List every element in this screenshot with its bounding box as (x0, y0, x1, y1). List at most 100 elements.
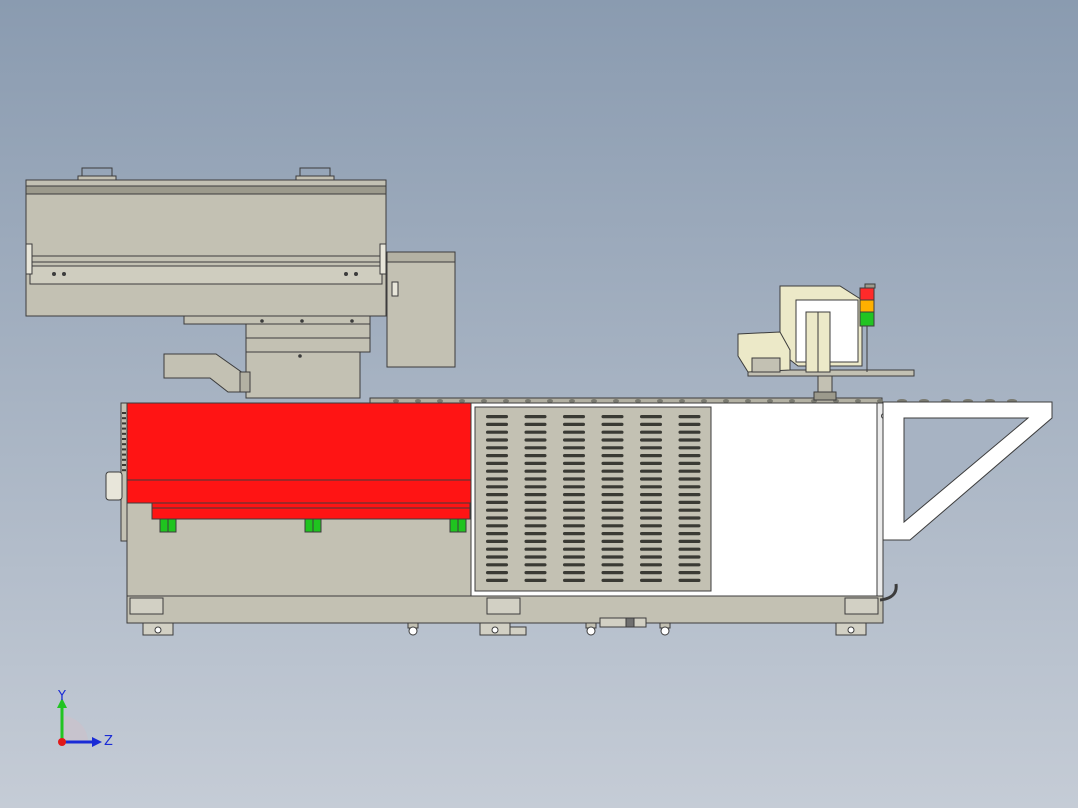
vent-slot (524, 422, 547, 426)
vent-slot (563, 524, 585, 528)
vent-slot (563, 422, 585, 426)
side-vent-slot (122, 458, 126, 461)
keyboard-unit[interactable] (737, 331, 791, 373)
vent-slot (563, 532, 585, 536)
vent-slot (601, 555, 624, 559)
vent-slot (640, 469, 662, 473)
vent-slot (601, 422, 624, 426)
vent-slot (563, 539, 585, 543)
vent-panel[interactable] (474, 406, 712, 592)
vent-slot (640, 461, 662, 465)
vent-slot (601, 539, 624, 543)
vent-slot (486, 500, 508, 504)
vent-slot (640, 415, 662, 419)
vent-slot (524, 438, 547, 442)
vent-slot (601, 524, 624, 528)
vent-slot (678, 477, 701, 481)
vent-slot (563, 461, 585, 465)
vent-slot (486, 438, 508, 442)
vent-slot (524, 493, 547, 497)
vent-slot (678, 454, 701, 458)
vent-slot (563, 555, 585, 559)
vent-slot (640, 563, 662, 567)
vent-slot (486, 461, 508, 465)
electrical-cabinet[interactable] (386, 251, 456, 368)
rail-bump (503, 399, 509, 403)
vent-slot (640, 485, 662, 489)
vent-slot (601, 454, 624, 458)
vent-slot (563, 469, 585, 473)
vent-slot (678, 422, 701, 426)
vent-slot (486, 571, 508, 575)
rail-bump (525, 399, 531, 403)
vent-slot (678, 571, 701, 575)
leveling-foot-3 (835, 622, 867, 636)
rail-bump (723, 399, 729, 403)
vent-slot (524, 563, 547, 567)
vent-slot (601, 532, 624, 536)
vent-slot (678, 563, 701, 567)
vent-slot (640, 422, 662, 426)
vent-slot (678, 438, 701, 442)
vent-slot (678, 430, 701, 434)
vent-slot (640, 438, 662, 442)
vent-slot (563, 415, 585, 419)
vent-slot (563, 454, 585, 458)
vent-slot (601, 547, 624, 551)
rail-bump (701, 399, 707, 403)
vent-slot (640, 500, 662, 504)
caster-wheel-3 (659, 622, 671, 636)
vent-slot (678, 578, 701, 582)
vent-slot (678, 485, 701, 489)
vent-slot (563, 547, 585, 551)
rail-bump (679, 399, 685, 403)
vent-slot (524, 485, 547, 489)
rail-bump (877, 399, 883, 403)
vent-slot (640, 446, 662, 450)
rail-bump (635, 399, 641, 403)
rail-bump (459, 399, 465, 403)
vent-slot (524, 555, 547, 559)
rail-bump (393, 399, 399, 403)
vent-slot (678, 500, 701, 504)
vent-slot (486, 477, 508, 481)
cad-viewport[interactable]: Y Z (0, 0, 1078, 808)
vent-slot (640, 555, 662, 559)
vent-slot (640, 477, 662, 481)
vent-slot (563, 485, 585, 489)
monitor-icon[interactable] (779, 285, 863, 373)
top-hood[interactable] (25, 179, 387, 317)
vent-slot (601, 571, 624, 575)
vent-slot (640, 539, 662, 543)
vent-slot (563, 477, 585, 481)
side-vent-slot (122, 432, 126, 435)
vent-slot (524, 516, 547, 520)
vent-slot (678, 415, 701, 419)
vent-slot (601, 578, 624, 582)
vent-slot (486, 508, 508, 512)
vent-slot (640, 524, 662, 528)
access-door-left[interactable] (129, 597, 164, 615)
vent-slot (640, 571, 662, 575)
access-door-middle[interactable] (486, 597, 521, 615)
red-safety-cover[interactable] (126, 402, 472, 520)
vent-slot (601, 493, 624, 497)
vent-slot (563, 516, 585, 520)
vent-slot (678, 461, 701, 465)
green-clamp-1[interactable] (159, 518, 177, 533)
vent-slot (601, 469, 624, 473)
rail-bump (437, 399, 443, 403)
vent-slot (563, 563, 585, 567)
green-clamp-3[interactable] (449, 518, 467, 533)
rail-bump (789, 399, 795, 403)
vent-slot (601, 446, 624, 450)
vent-slot (640, 578, 662, 582)
vent-slot (563, 446, 585, 450)
rail-bump (657, 399, 663, 403)
vent-slot (486, 539, 508, 543)
conveyor-rail (369, 397, 883, 404)
green-clamp-2[interactable] (304, 518, 322, 533)
rail-bump (591, 399, 597, 403)
access-door-right[interactable] (844, 597, 879, 615)
vent-slot (486, 516, 508, 520)
